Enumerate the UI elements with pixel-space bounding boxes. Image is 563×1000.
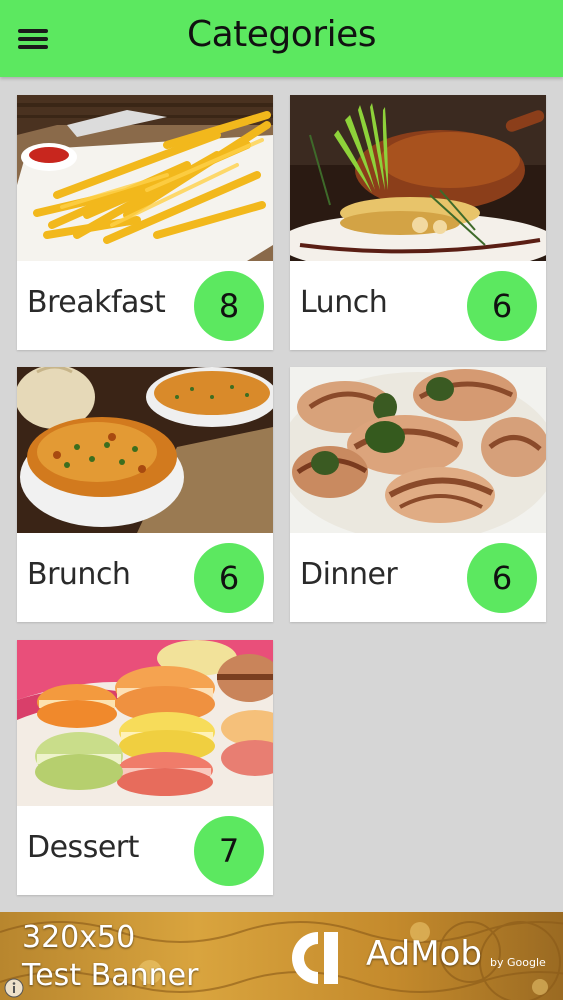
macarons-image (17, 640, 273, 806)
category-card-dinner[interactable]: Dinner 6 (290, 367, 546, 622)
ad-text-size: 320x50 (22, 920, 136, 955)
card-footer: Breakfast 8 (17, 261, 273, 350)
roast-duck-image (290, 95, 546, 261)
category-card-breakfast[interactable]: Breakfast 8 (17, 95, 273, 350)
category-card-dessert[interactable]: Dessert 7 (17, 640, 273, 895)
category-label: Lunch (300, 285, 388, 320)
card-footer: Brunch 6 (17, 533, 273, 622)
admob-brand: AdMob (366, 934, 482, 974)
admob-by-google: by Google (490, 956, 546, 969)
category-label: Dessert (27, 830, 139, 865)
count-badge: 6 (467, 271, 537, 341)
ad-text-label: Test Banner (22, 958, 199, 993)
count-badge: 7 (194, 816, 264, 886)
category-label: Breakfast (27, 285, 166, 320)
page-title: Categories (186, 14, 377, 55)
card-footer: Dinner 6 (290, 533, 546, 622)
card-footer: Dessert 7 (17, 806, 273, 895)
info-icon[interactable] (4, 978, 24, 998)
app-bar: Categories (0, 0, 563, 77)
category-label: Brunch (27, 557, 131, 592)
count-badge: 6 (194, 543, 264, 613)
cheese-gratin-image (17, 367, 273, 533)
french-fries-image (17, 95, 273, 261)
count-badge: 8 (194, 271, 264, 341)
category-label: Dinner (300, 557, 398, 592)
escargot-image (290, 367, 546, 533)
category-card-lunch[interactable]: Lunch 6 (290, 95, 546, 350)
card-footer: Lunch 6 (290, 261, 546, 350)
category-card-brunch[interactable]: Brunch 6 (17, 367, 273, 622)
ad-banner[interactable]: 320x50 Test Banner AdMob by Google (0, 912, 563, 1000)
admob-logo-icon (292, 932, 338, 984)
count-badge: 6 (467, 543, 537, 613)
